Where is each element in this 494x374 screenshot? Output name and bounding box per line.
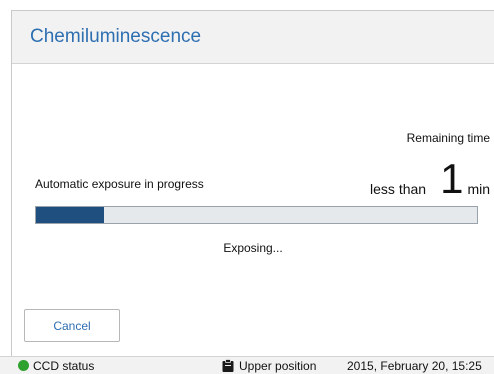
progress-fill bbox=[36, 207, 105, 223]
time-prefix: less than bbox=[370, 181, 427, 197]
ccd-status-indicator bbox=[18, 360, 29, 371]
dialog-window: Chemiluminescence Remaining time Automat… bbox=[11, 10, 494, 356]
exposure-progress-bar bbox=[35, 206, 478, 224]
progress-label: Automatic exposure in progress bbox=[35, 177, 204, 191]
dialog-title: Chemiluminescence bbox=[30, 26, 202, 47]
time-unit: min bbox=[467, 181, 490, 197]
title-bar: Chemiluminescence bbox=[12, 11, 494, 64]
cancel-button[interactable]: Cancel bbox=[24, 309, 120, 342]
datetime-label: 2015, February 20, 15:25 bbox=[347, 359, 482, 373]
ccd-status-label: CCD status bbox=[33, 359, 95, 373]
time-value: 1 bbox=[440, 155, 464, 202]
clipboard-icon bbox=[222, 359, 234, 372]
status-bar: CCD status Upper position 2015, February… bbox=[0, 356, 494, 374]
position-label: Upper position bbox=[239, 359, 317, 373]
exposure-status: Exposing... bbox=[223, 241, 283, 255]
remaining-time-label: Remaining time bbox=[406, 131, 490, 145]
remaining-time-readout: less than 1 min bbox=[370, 154, 490, 200]
